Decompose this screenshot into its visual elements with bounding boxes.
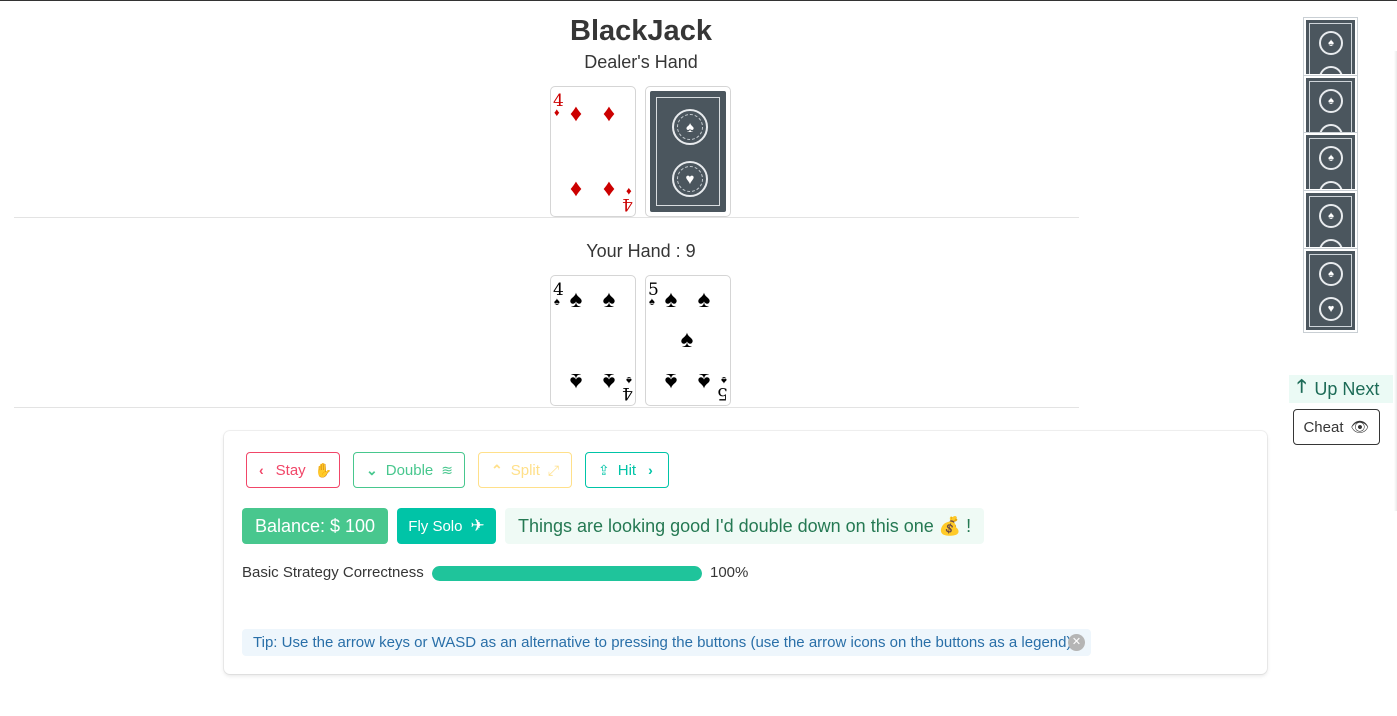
spade-icon: ♠ xyxy=(569,286,583,313)
diamond-icon: ♦ xyxy=(602,100,616,127)
heart-seal-icon: ♥ xyxy=(1319,297,1343,321)
double-button[interactable]: ⌄ Double ≋ xyxy=(353,452,465,488)
spade-icon: ♠ xyxy=(649,296,655,308)
tip-notification: Tip: Use the arrow keys or WASD as an al… xyxy=(242,629,1091,656)
game-title: BlackJack xyxy=(570,15,712,47)
deck-card: ♠♥ xyxy=(1303,190,1358,250)
fly-solo-label: Fly Solo xyxy=(408,517,463,535)
spade-icon: ♠ xyxy=(697,368,711,395)
plane-icon: ✈ xyxy=(470,516,485,535)
expand-icon: ⤢ xyxy=(547,461,560,478)
tip-text: Tip: Use the arrow keys or WASD as an al… xyxy=(253,634,1072,651)
spade-seal-icon: ♠ xyxy=(1319,89,1343,113)
split-label: Split xyxy=(510,461,540,479)
deck-card: ♠♥ xyxy=(1303,17,1358,77)
divider xyxy=(14,217,1079,218)
coins-icon: ≋ xyxy=(441,461,454,478)
diamond-icon: ♦ xyxy=(554,107,560,119)
player-hand-label: Your Hand : 9 xyxy=(586,241,696,261)
eye-icon: 👁 xyxy=(1350,419,1370,436)
spade-seal-icon: ♠ xyxy=(672,109,708,145)
spade-icon: ♠ xyxy=(602,368,616,395)
split-button[interactable]: ⌃ Split ⤢ xyxy=(478,452,572,488)
strategy-progress-bar xyxy=(432,566,702,581)
card-rank: 4 xyxy=(622,383,633,403)
deck-card: ♠♥ xyxy=(1303,132,1358,192)
hand-icon: ✋ xyxy=(314,461,333,478)
up-next-text: Up Next xyxy=(1314,378,1380,399)
card-rank: 5 xyxy=(717,383,728,403)
strategy-progress-fill xyxy=(432,566,702,581)
spade-icon: ♠ xyxy=(680,326,694,353)
card-rank: 4 xyxy=(622,194,633,214)
heart-seal-icon: ♥ xyxy=(672,161,708,197)
strategy-percent: 100% xyxy=(710,564,749,581)
cheat-button[interactable]: Cheat 👁 xyxy=(1293,409,1380,445)
fly-solo-button[interactable]: Fly Solo ✈ xyxy=(397,508,496,544)
player-card-4-spades: 4 ♠ ♠ ♠ ♠ ♠ ♠ 4 xyxy=(550,275,636,406)
cheat-label: Cheat xyxy=(1303,418,1344,436)
player-card-5-spades: 5 ♠ ♠ ♠ ♠ ♠ ♠ ♠ 5 xyxy=(645,275,731,406)
chevron-right-icon: › xyxy=(648,462,653,478)
diamond-icon: ♦ xyxy=(569,175,583,202)
spade-seal-icon: ♠ xyxy=(1319,262,1343,286)
hand-holding-icon: ⇪ xyxy=(598,461,610,478)
spade-seal-icon: ♠ xyxy=(1319,204,1343,228)
double-label: Double xyxy=(385,461,434,479)
close-icon[interactable]: ✕ xyxy=(1068,634,1085,651)
spade-seal-icon: ♠ xyxy=(1319,31,1343,55)
deck-card: ♠♥ xyxy=(1303,75,1358,135)
dealer-card-face-down: ♠ ♥ xyxy=(645,86,731,217)
up-next-label: 🡑 Up Next xyxy=(1289,375,1393,403)
divider xyxy=(14,407,1079,408)
dealer-hand-label: Dealer's Hand xyxy=(584,52,698,72)
dealer-card-4-diamonds: 4 ♦ ♦ ♦ ♦ ♦ ♦ 4 xyxy=(550,86,636,217)
strategy-label: Basic Strategy Correctness xyxy=(242,564,424,581)
advice-message: Things are looking good I'd double down … xyxy=(505,508,984,544)
arrow-up-icon: 🡑 xyxy=(1297,376,1307,396)
spade-icon: ♠ xyxy=(569,368,583,395)
deck-card: ♠♥ xyxy=(1303,248,1358,333)
diamond-icon: ♦ xyxy=(569,100,583,127)
spade-icon: ♠ xyxy=(664,368,678,395)
chevron-left-icon: ‹ xyxy=(259,462,264,478)
stay-button[interactable]: ‹ Stay ✋ xyxy=(246,452,340,488)
spade-icon: ♠ xyxy=(554,296,560,308)
hit-label: Hit xyxy=(617,461,637,479)
balance-tag: Balance: $ 100 xyxy=(242,508,388,544)
diamond-icon: ♦ xyxy=(602,175,616,202)
spade-icon: ♠ xyxy=(664,286,678,313)
spade-icon: ♠ xyxy=(697,286,711,313)
chevron-up-icon: ⌃ xyxy=(491,461,503,478)
spade-seal-icon: ♠ xyxy=(1319,146,1343,170)
spade-icon: ♠ xyxy=(602,286,616,313)
hit-button[interactable]: ⇪ Hit › xyxy=(585,452,669,488)
stay-label: Stay xyxy=(275,461,306,479)
chevron-down-icon: ⌄ xyxy=(366,461,378,478)
